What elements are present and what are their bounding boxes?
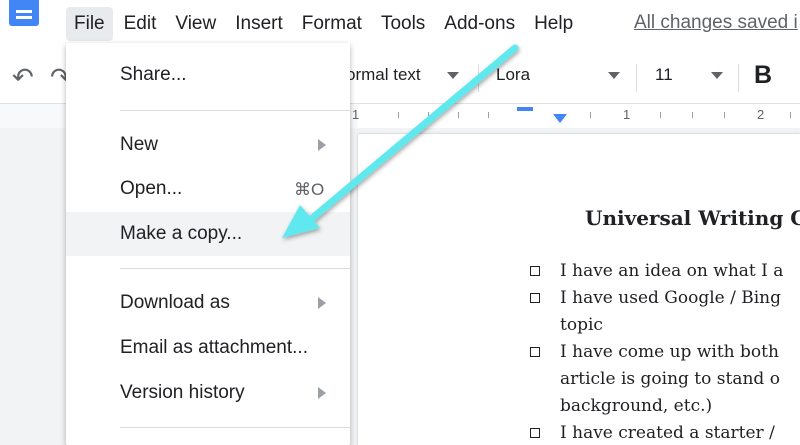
checkbox-icon[interactable] (530, 266, 540, 276)
toolbar-divider (636, 64, 637, 92)
list-item-continuation: background, etc.) (522, 393, 800, 420)
ruler-tick (458, 112, 459, 118)
menu-divider (120, 427, 350, 428)
checkbox-icon[interactable] (530, 293, 540, 303)
menu-help[interactable]: Help (526, 7, 581, 41)
menu-divider (120, 268, 350, 269)
menu-edit[interactable]: Edit (116, 7, 165, 41)
submenu-arrow-icon (318, 387, 326, 399)
toolbar-divider (738, 64, 739, 92)
menu-item-label: Email as attachment... (120, 337, 308, 358)
menu-format[interactable]: Format (294, 7, 370, 41)
menu-item-label: Version history (120, 382, 245, 403)
menu-insert[interactable]: Insert (227, 7, 291, 41)
chevron-down-icon[interactable] (447, 72, 459, 79)
chevron-down-icon[interactable] (608, 72, 620, 79)
list-item-continuation: article is going to stand o (522, 366, 800, 393)
menu-item-label: New (120, 134, 159, 155)
list-item-continuation: topic (522, 312, 800, 339)
list-item: I have created a starter / (522, 420, 800, 445)
list-item: I have an idea on what I a (522, 258, 800, 285)
ruler-tick (488, 112, 489, 118)
menu-item-open[interactable]: Open... ⌘O (66, 167, 350, 211)
ruler-content-area (358, 104, 800, 128)
submenu-arrow-icon (318, 139, 326, 151)
ruler-tick (790, 112, 791, 118)
menu-file[interactable]: File (66, 7, 113, 41)
list-item-text: background, etc.) (560, 396, 713, 416)
menu-item-label: Download as (120, 292, 230, 313)
list-item-text: topic (560, 315, 603, 335)
bold-button[interactable]: B (754, 61, 772, 90)
title-menu-bar: File Edit View Insert Format Tools Add-o… (0, 0, 800, 48)
ruler-tick (660, 112, 661, 118)
menu-item-new[interactable]: New (66, 123, 350, 167)
font-family-select[interactable]: Lora (496, 65, 530, 85)
document-heading: Universal Writing C (585, 206, 800, 230)
menubar: File Edit View Insert Format Tools Add-o… (66, 0, 584, 48)
chevron-down-icon[interactable] (711, 72, 723, 79)
ruler-label: 2 (757, 107, 765, 122)
list-item-text: I have created a starter / (560, 423, 775, 443)
list-item-text: I have come up with both (560, 342, 779, 362)
ruler-label: 1 (623, 107, 631, 122)
menu-view[interactable]: View (167, 7, 224, 41)
menu-addons[interactable]: Add-ons (436, 7, 523, 41)
menu-item-share[interactable]: Share... (66, 53, 350, 97)
list-item-text: I have an idea on what I a (560, 261, 784, 281)
checkbox-icon[interactable] (530, 428, 540, 438)
ruler-tick (724, 112, 725, 118)
menu-item-make-a-copy[interactable]: Make a copy... (66, 212, 350, 256)
menu-item-label: Open... (120, 178, 183, 199)
paragraph-style-select[interactable]: ormal text (346, 65, 421, 85)
menu-item-download-as[interactable]: Download as (66, 281, 350, 325)
toolbar-divider (478, 64, 479, 92)
ruler-label: 1 (352, 107, 360, 122)
menu-item-email-as-attachment[interactable]: Email as attachment... (66, 326, 350, 370)
document-page[interactable]: Universal Writing C I have an idea on wh… (358, 134, 800, 445)
ruler-tick (692, 112, 693, 118)
ruler-tick (428, 112, 429, 118)
menu-item-label: Share... (120, 64, 187, 85)
checklist: I have an idea on what I a I have used G… (522, 258, 800, 445)
first-line-indent-handle[interactable] (517, 107, 533, 111)
docs-logo-icon[interactable] (9, 0, 39, 26)
left-indent-handle[interactable] (553, 114, 567, 123)
list-item-text: I have used Google / Bing (560, 288, 782, 308)
menu-item-version-history[interactable]: Version history (66, 371, 350, 415)
undo-icon[interactable]: ↶ (12, 62, 34, 93)
file-menu-dropdown: Share... New Open... ⌘O Make a copy... D… (66, 43, 350, 445)
submenu-arrow-icon (318, 297, 326, 309)
checkbox-icon[interactable] (530, 347, 540, 357)
list-item: I have come up with both (522, 339, 800, 366)
menu-item-label: Make a copy... (120, 223, 243, 244)
save-status-link[interactable]: All changes saved i (634, 12, 798, 34)
list-item-text: article is going to stand o (560, 369, 780, 389)
list-item: I have used Google / Bing (522, 285, 800, 312)
font-size-select[interactable]: 11 (655, 65, 673, 85)
ruler-tick (398, 112, 399, 118)
ruler-tick (590, 112, 591, 118)
keyboard-shortcut: ⌘O (294, 180, 325, 199)
menu-tools[interactable]: Tools (373, 7, 433, 41)
menu-divider (120, 110, 350, 111)
